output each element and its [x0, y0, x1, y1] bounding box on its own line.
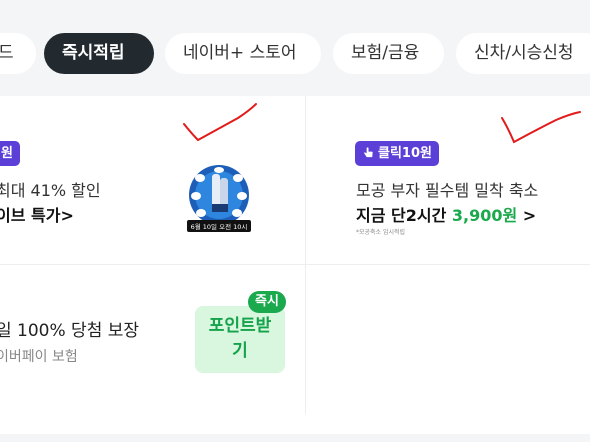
- button-label: 포인트받: [208, 316, 272, 336]
- tab-label: 즉시적립: [62, 43, 125, 63]
- tab-new-car-test-drive[interactable]: 신차/시승신청: [456, 33, 590, 74]
- offer-card-panel: [0, 96, 590, 434]
- page: 드 즉시적립 네이버+ 스토어 보험/금융 신차/시승신청 원 최대 41% 할…: [0, 0, 590, 442]
- offer-title-link[interactable]: 이브 특가>: [0, 202, 74, 226]
- category-tab-bar: 드 즉시적립 네이버+ 스토어 보험/금융 신차/시승신청: [0, 0, 590, 96]
- row-divider: [0, 264, 305, 265]
- get-points-button[interactable]: 포인트받 기: [195, 306, 285, 373]
- instant-tag: 즉시: [248, 291, 286, 313]
- tab-label: 드: [0, 43, 14, 63]
- offer-title-text: 지금 단2시간: [356, 206, 452, 225]
- tab-label: 신차/시승신청: [474, 43, 574, 63]
- reward-badge: 원: [0, 141, 20, 166]
- offer-price: 3,900원: [451, 206, 518, 225]
- thumbnail-caption: 6월 10일 오전 10시: [191, 222, 248, 231]
- tab-label: 네이버+ 스토어: [183, 43, 297, 63]
- click-reward-badge: 클릭10원: [355, 141, 439, 166]
- offer-fineprint: *모공축소 임시적립: [356, 229, 406, 236]
- offer-description[interactable]: 모공 부자 필수템 밀착 축소: [356, 177, 538, 201]
- tab-prev[interactable]: 드: [0, 33, 36, 74]
- click-hand-icon: [364, 147, 373, 158]
- tab-naver-plus-store[interactable]: 네이버+ 스토어: [165, 33, 321, 74]
- offer-title-link[interactable]: 지금 단2시간 3,900원 >: [356, 202, 536, 226]
- insurance-offer-subtitle: 이버페이 보험: [0, 349, 78, 365]
- tab-insurance-finance[interactable]: 보험/금융: [333, 33, 444, 74]
- offer-arrow: >: [517, 206, 537, 225]
- product-thumbnail[interactable]: 6월 10일 오전 10시: [186, 164, 252, 234]
- row-divider: [306, 264, 590, 265]
- offer-description[interactable]: 최대 41% 할인: [0, 177, 101, 201]
- button-label: 기: [232, 341, 248, 361]
- tab-label: 보험/금융: [351, 43, 420, 63]
- tab-instant-reward[interactable]: 즉시적립: [44, 33, 154, 74]
- insurance-offer-title[interactable]: 일 100% 당첨 보장: [0, 316, 139, 341]
- column-divider: [305, 96, 306, 414]
